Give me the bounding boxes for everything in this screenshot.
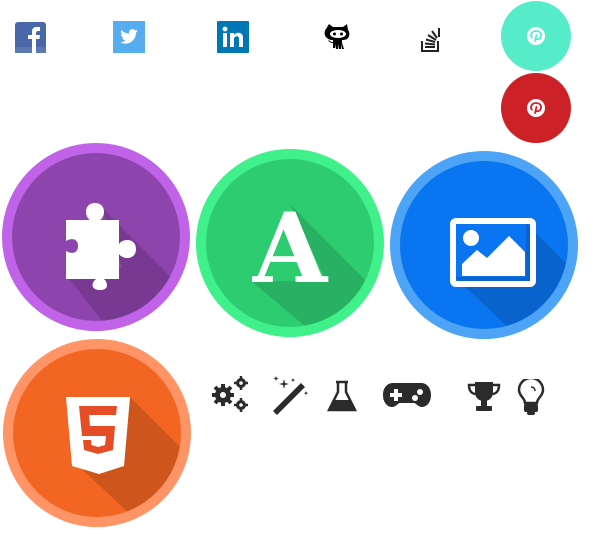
magic-wand-icon[interactable]: [270, 375, 312, 415]
font-icon: A: [251, 192, 374, 327]
svg-text:A: A: [252, 192, 329, 305]
lightbulb-icon[interactable]: [516, 379, 546, 416]
linkedin-icon[interactable]: [217, 21, 249, 53]
gamepad-icon[interactable]: [383, 382, 431, 408]
stackoverflow-icon[interactable]: [420, 26, 446, 53]
html5-badge[interactable]: [3, 339, 191, 527]
puzzle-icon: [66, 203, 180, 321]
twitter-icon[interactable]: [113, 21, 145, 53]
gears-icon[interactable]: [210, 375, 250, 413]
pinterest-button-red[interactable]: [501, 73, 571, 143]
flask-icon[interactable]: [326, 380, 358, 413]
image-icon: [450, 218, 568, 329]
image-badge[interactable]: [390, 151, 578, 339]
html5-icon: [66, 397, 181, 517]
puzzle-badge[interactable]: [2, 143, 190, 331]
github-icon[interactable]: [324, 22, 352, 52]
facebook-icon[interactable]: [15, 22, 46, 53]
pinterest-icon: [527, 27, 545, 45]
pinterest-icon: [527, 99, 545, 117]
pinterest-button-teal[interactable]: [501, 1, 571, 71]
font-badge[interactable]: A: [196, 149, 384, 337]
trophy-icon[interactable]: [466, 380, 502, 413]
